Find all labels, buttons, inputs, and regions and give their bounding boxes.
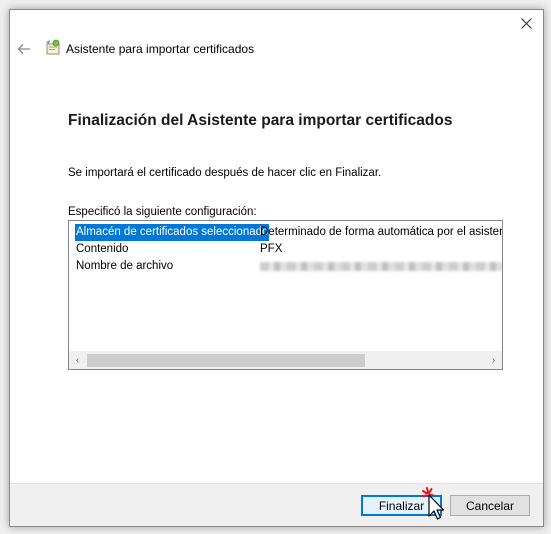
horizontal-scrollbar[interactable]: ‹ ›	[69, 351, 502, 369]
wizard-window: Asistente para importar certificados Fin…	[9, 9, 544, 527]
scroll-right-button[interactable]: ›	[485, 352, 502, 369]
config-label: Especificó la siguiente configuración:	[68, 206, 257, 218]
scroll-left-button[interactable]: ‹	[69, 352, 86, 369]
config-row-name: Almacén de certificados seleccionado	[75, 224, 270, 241]
close-button[interactable]	[515, 14, 537, 32]
wizard-title: Asistente para importar certificados	[66, 42, 255, 56]
mouse-pointer-icon	[421, 487, 445, 520]
config-row-name: Nombre de archivo	[76, 260, 174, 272]
redacted-filename	[260, 262, 502, 271]
config-listbox[interactable]: Almacén de certificados seleccionado Det…	[68, 220, 503, 370]
back-arrow-icon	[17, 44, 30, 54]
cancel-button[interactable]: Cancelar	[450, 495, 530, 516]
info-text: Se importará el certificado después de h…	[68, 167, 382, 179]
config-row-filename[interactable]: Nombre de archivo	[69, 258, 502, 275]
scroll-left-icon: ‹	[75, 355, 80, 366]
close-icon	[520, 17, 532, 29]
scroll-right-icon: ›	[491, 355, 496, 366]
config-row-content[interactable]: Contenido PFX	[69, 241, 502, 258]
config-row-value: PFX	[260, 243, 283, 255]
button-bar: Finalizar Cancelar	[10, 483, 543, 526]
back-button[interactable]	[15, 40, 33, 58]
wizard-header: Asistente para importar certificados	[10, 34, 543, 64]
certificate-wizard-icon	[46, 39, 60, 55]
config-row-store[interactable]: Almacén de certificados seleccionado Det…	[69, 224, 502, 241]
config-row-value: Determinado de forma automática por el a…	[260, 226, 503, 238]
config-row-name: Contenido	[76, 243, 129, 255]
page-title: Finalización del Asistente para importar…	[68, 112, 453, 129]
scroll-thumb[interactable]	[87, 354, 365, 367]
